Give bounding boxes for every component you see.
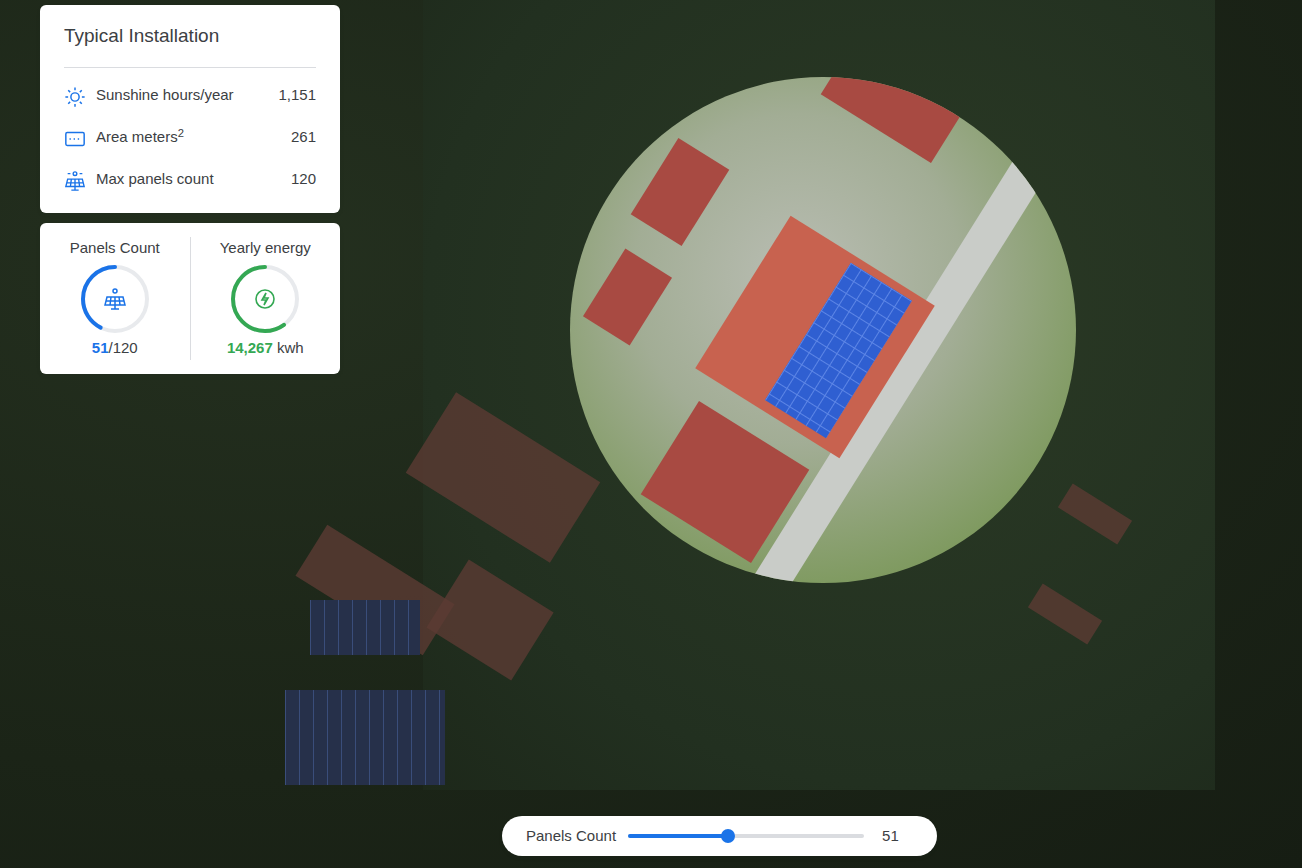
- value-suffix: kwh: [277, 339, 304, 356]
- gauge-label: Yearly energy: [220, 237, 311, 260]
- building: [821, 77, 990, 163]
- row-value: 261: [291, 126, 316, 149]
- row-label: Max panels count: [96, 168, 214, 191]
- gauge-label: Panels Count: [70, 237, 160, 260]
- slider-fill: [628, 834, 728, 838]
- solar-panel-icon: [103, 287, 127, 311]
- energy-icon: [253, 287, 277, 311]
- gauge: Yearly energy 14,267 kwh: [190, 237, 341, 360]
- solar-array: [310, 600, 420, 655]
- building: [583, 249, 672, 346]
- label-text: Sunshine hours/year: [96, 86, 234, 103]
- gauge-ring: [79, 263, 151, 335]
- gauge: Panels Count 51/120: [40, 237, 190, 360]
- label-text: Area meters: [96, 128, 178, 145]
- slider-track[interactable]: [628, 834, 864, 838]
- summary-row: Area meters2 261: [40, 117, 340, 159]
- row-label: Area meters2: [96, 126, 184, 149]
- side-panels: Typical Installation Sunshine hours/year 1…: [40, 5, 340, 374]
- panels-slider: Panels Count 51: [502, 816, 937, 856]
- slider-thumb[interactable]: [721, 829, 735, 843]
- gauge-fill: [229, 263, 301, 335]
- value-number: 14,267: [227, 339, 273, 356]
- row-value: 1,151: [278, 84, 316, 107]
- building: [631, 138, 730, 246]
- stats-card: Panels Count 51/120 Yearly energy 14,267 kw…: [40, 223, 340, 374]
- row-value: 120: [291, 168, 316, 191]
- summary-row: Sunshine hours/year 1,151: [40, 75, 340, 117]
- solar-panel-icon: [64, 169, 86, 191]
- value-suffix: /120: [108, 339, 137, 356]
- summary-card: Typical Installation Sunshine hours/year 1…: [40, 5, 340, 213]
- slider-label: Panels Count: [526, 825, 616, 848]
- area-icon: [64, 127, 86, 149]
- summary-title: Typical Installation: [64, 5, 316, 68]
- row-label: Sunshine hours/year: [96, 84, 234, 107]
- value-number: 51: [92, 339, 109, 356]
- sun-icon: [64, 85, 86, 107]
- superscript: 2: [178, 127, 184, 139]
- label-text: Max panels count: [96, 170, 214, 187]
- gauge-value: 14,267 kwh: [227, 337, 304, 360]
- summary-row: Max panels count 120: [40, 159, 340, 201]
- solar-array: [285, 690, 445, 785]
- gauge-value: 51/120: [92, 337, 138, 360]
- slider-value: 51: [882, 825, 899, 848]
- selected-area: [570, 77, 1076, 583]
- gauge-ring: [229, 263, 301, 335]
